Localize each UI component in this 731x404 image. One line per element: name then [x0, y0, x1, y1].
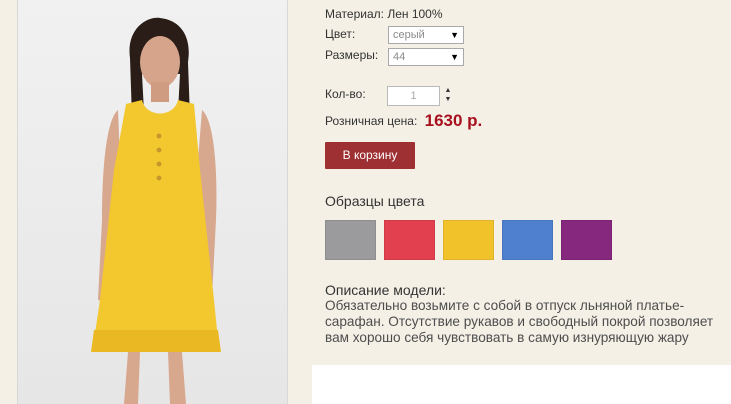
swatch-blue[interactable] [502, 220, 553, 260]
color-selected-value: серый [393, 29, 425, 41]
add-to-cart-button[interactable]: В корзину [325, 142, 415, 169]
product-photo[interactable] [17, 0, 288, 404]
color-select[interactable]: серый ▼ [388, 26, 464, 44]
stepper-up-icon[interactable]: ▲ [444, 86, 452, 95]
quantity-stepper[interactable]: ▲ ▼ [444, 86, 452, 106]
quantity-input[interactable]: 1 [387, 86, 440, 106]
dropdown-arrow-icon: ▼ [450, 30, 459, 40]
color-row: Цвет: серый ▼ [325, 26, 464, 44]
quantity-row: Кол-во: 1 ▲ ▼ [325, 86, 451, 106]
material-row: Материал: Лен 100% [325, 7, 443, 21]
size-select[interactable]: 44 ▼ [388, 48, 464, 66]
swatch-yellow[interactable] [443, 220, 494, 260]
swatch-purple[interactable] [561, 220, 612, 260]
size-row: Размеры: 44 ▼ [325, 48, 464, 66]
dropdown-arrow-icon: ▼ [450, 52, 459, 62]
price-label: Розничная цена: [325, 114, 418, 128]
overlay-panel [312, 365, 731, 404]
swatch-gray[interactable] [325, 220, 376, 260]
price-row: Розничная цена: 1630 р. [325, 110, 482, 130]
material-value: Лен 100% [387, 7, 443, 21]
dress-model-image [91, 17, 221, 404]
color-label: Цвет: [325, 27, 356, 41]
size-selected-value: 44 [393, 51, 406, 63]
quantity-label: Кол-во: [325, 87, 366, 101]
description-text: Обязательно возьмите с собой в отпуск ль… [325, 298, 714, 345]
swatch-red[interactable] [384, 220, 435, 260]
material-label: Материал: [325, 7, 384, 21]
stepper-down-icon[interactable]: ▼ [444, 95, 452, 104]
size-label: Размеры: [325, 48, 379, 62]
price-value: 1630 р. [424, 111, 483, 130]
swatches-title: Образцы цвета [325, 193, 425, 209]
description-title: Описание модели: [325, 282, 446, 298]
